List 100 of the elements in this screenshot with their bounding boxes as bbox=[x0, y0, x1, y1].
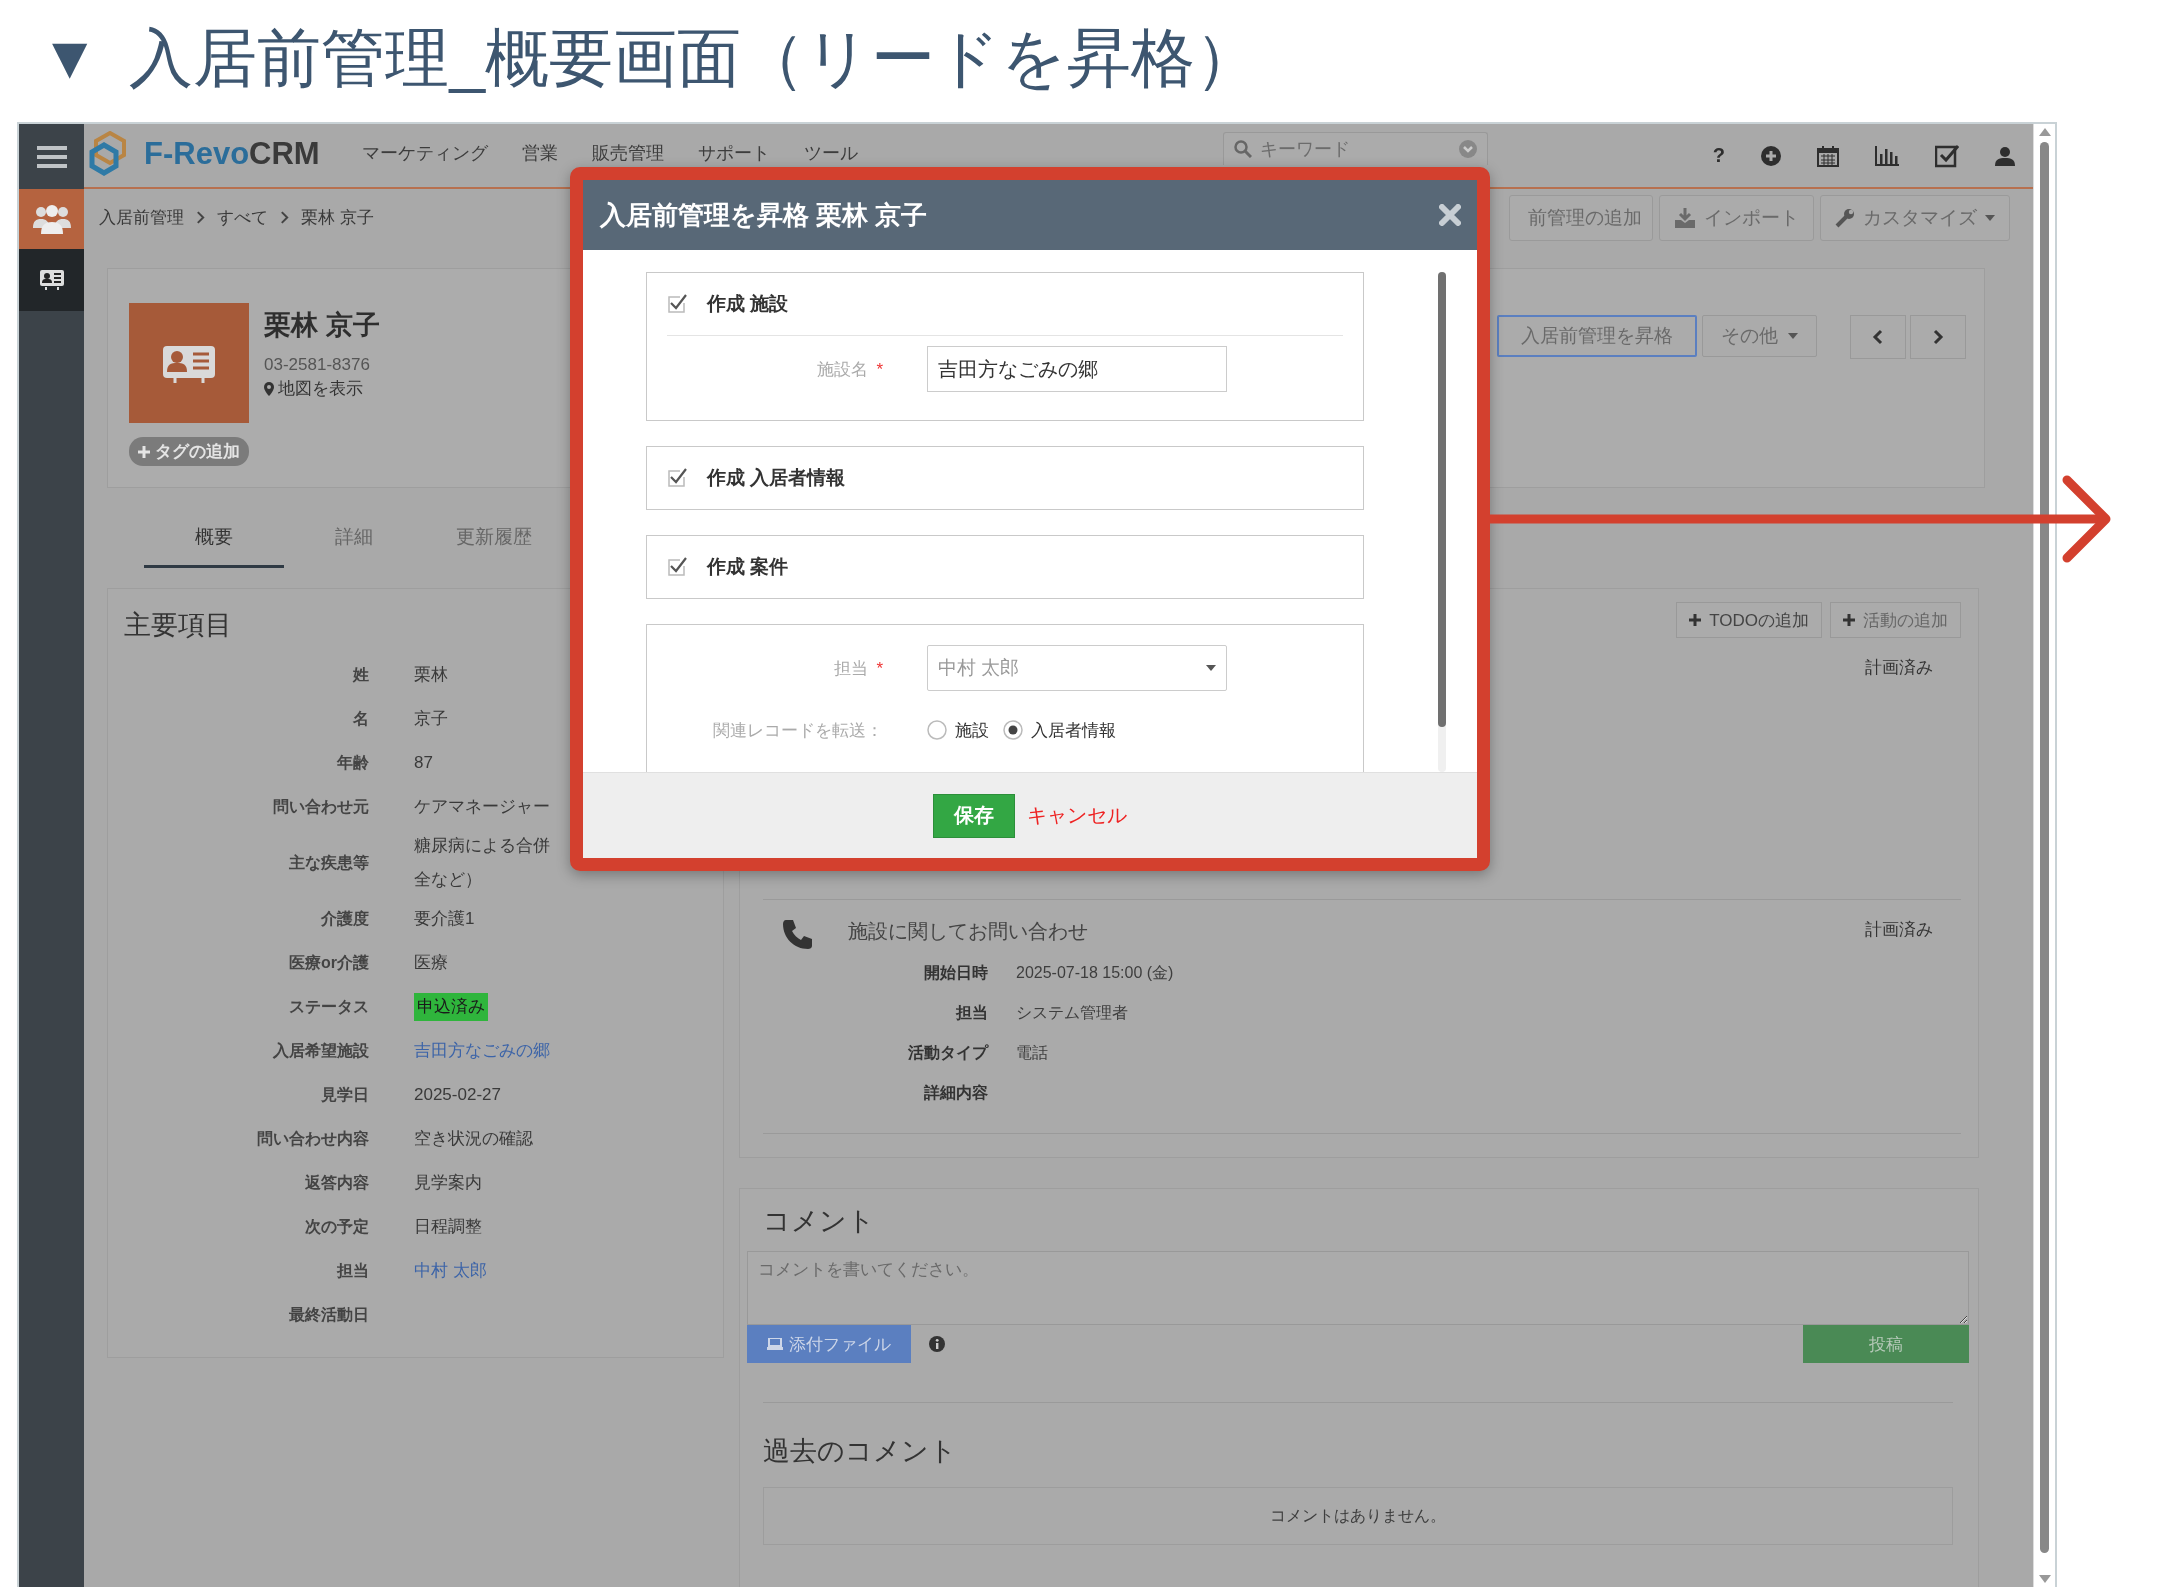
tab[interactable]: 更新履歴 bbox=[424, 508, 564, 568]
breadcrumb-link[interactable]: すべて bbox=[217, 206, 268, 229]
scrollbar-thumb[interactable] bbox=[2040, 142, 2049, 1553]
previous-button[interactable] bbox=[1850, 315, 1906, 359]
scroll-up-icon[interactable] bbox=[2038, 128, 2051, 136]
close-icon[interactable] bbox=[1439, 204, 1461, 226]
facility-name-input[interactable]: 吉田方なごみの郷 bbox=[927, 346, 1227, 392]
activity-title[interactable]: 施設に関してお問い合わせ bbox=[848, 918, 1865, 945]
nav-menu-item[interactable]: 販売管理 bbox=[591, 140, 664, 165]
field-link[interactable]: 中村 太郎 bbox=[414, 1254, 723, 1288]
field-value: 87 bbox=[414, 752, 434, 774]
radio-button[interactable] bbox=[1003, 720, 1023, 740]
field-label: 姓 bbox=[351, 664, 369, 685]
phone-icon bbox=[780, 918, 814, 952]
assignee-dropdown[interactable]: 中村 太郎 bbox=[927, 645, 1227, 691]
checkbox[interactable] bbox=[667, 557, 687, 577]
empty-message: コメントはありません。 bbox=[1270, 1505, 1446, 1526]
checkbox-label[interactable]: 作成 案件 bbox=[707, 554, 789, 580]
promote-button[interactable]: 入居前管理を昇格 bbox=[1497, 315, 1697, 357]
field-label: 次の予定 bbox=[304, 1216, 369, 1237]
import-button[interactable]: インポート bbox=[1659, 194, 1814, 241]
map-link[interactable]: 地図を表示 bbox=[278, 377, 363, 400]
tab[interactable]: 概要 bbox=[144, 508, 284, 568]
checkbox[interactable] bbox=[667, 468, 687, 488]
field-label: 返答内容 bbox=[304, 1172, 369, 1193]
comment-field[interactable]: コメントを書いてください。 bbox=[747, 1251, 1969, 1325]
section-title: 過去のコメント bbox=[763, 1435, 958, 1468]
caret-icon bbox=[1788, 333, 1798, 339]
field-value: 要介護1 bbox=[414, 908, 476, 930]
nav-menu-item[interactable]: ツール bbox=[803, 140, 858, 165]
add-icon[interactable] bbox=[1761, 145, 1781, 166]
field-label: 入居希望施設 bbox=[272, 1040, 369, 1061]
field-value: 空き状況の確認 bbox=[414, 1128, 534, 1150]
add-todo-button[interactable]: TODOの追加 bbox=[1676, 602, 1822, 638]
radio-label[interactable]: 施設 bbox=[955, 718, 989, 742]
search-icon bbox=[1233, 140, 1252, 158]
detail-label: 詳細内容 bbox=[923, 1083, 988, 1103]
field-link[interactable]: 吉田方なごみの郷 bbox=[414, 1034, 723, 1068]
field-label: 介護度 bbox=[320, 908, 369, 929]
add-record-button[interactable]: 前管理の追加 bbox=[1509, 194, 1653, 241]
section-title: コメント bbox=[763, 1205, 876, 1238]
attach-file-button[interactable]: 添付ファイル bbox=[747, 1325, 911, 1363]
customize-button[interactable]: カスタマイズ bbox=[1820, 194, 2010, 241]
field-label: 関連レコードを転送： bbox=[712, 719, 883, 742]
plus-icon bbox=[1843, 614, 1855, 626]
next-button[interactable] bbox=[1910, 315, 1966, 359]
scrollbar-thumb[interactable] bbox=[1438, 272, 1446, 727]
radio-button[interactable] bbox=[927, 720, 947, 740]
detail-value: システム管理者 bbox=[1016, 1003, 1129, 1023]
status-badge: 申込済み bbox=[414, 993, 488, 1021]
plus-icon bbox=[138, 445, 150, 458]
add-tag-button[interactable]: タグの追加 bbox=[129, 437, 249, 466]
field-value: ケアマネージャー bbox=[414, 796, 551, 818]
caret-icon bbox=[1206, 665, 1216, 671]
field-label: 最終活動日 bbox=[288, 1304, 369, 1325]
field-label: ステータス bbox=[288, 996, 369, 1017]
logo-text: F-RevoCRM bbox=[144, 135, 320, 173]
wrench-icon bbox=[1835, 207, 1855, 228]
download-icon bbox=[1674, 207, 1696, 228]
detail-label: 担当 bbox=[954, 1003, 988, 1023]
radio-label[interactable]: 入居者情報 bbox=[1031, 718, 1116, 742]
breadcrumb-link[interactable]: 入居前管理 bbox=[99, 206, 184, 229]
laptop-icon bbox=[767, 1338, 783, 1350]
info-icon[interactable] bbox=[929, 1336, 945, 1352]
checkbox[interactable] bbox=[667, 294, 687, 314]
field-value: 2025-02-27 bbox=[414, 1084, 502, 1106]
checkbox-label[interactable]: 作成 施設 bbox=[707, 291, 789, 317]
bar-chart-icon[interactable] bbox=[1875, 145, 1899, 166]
nav-menu-item[interactable]: マーケティング bbox=[361, 140, 488, 165]
cancel-link[interactable]: キャンセル bbox=[1027, 802, 1127, 829]
menu-icon[interactable] bbox=[19, 124, 84, 189]
contact-card-icon bbox=[129, 303, 249, 423]
scroll-down-icon[interactable] bbox=[2038, 1575, 2051, 1583]
checkbox-label[interactable]: 作成 入居者情報 bbox=[707, 465, 846, 491]
detail-label: 活動タイプ bbox=[907, 1043, 988, 1063]
detail-value: 電話 bbox=[1016, 1043, 1049, 1063]
more-dropdown[interactable]: その他 bbox=[1702, 315, 1817, 357]
map-pin-icon bbox=[264, 381, 274, 396]
contact-card-icon[interactable] bbox=[19, 249, 84, 311]
save-button[interactable]: 保存 bbox=[933, 793, 1015, 838]
people-icon[interactable] bbox=[19, 189, 84, 249]
tab[interactable]: 詳細 bbox=[284, 508, 424, 568]
calendar-icon[interactable] bbox=[1817, 144, 1839, 167]
search-field[interactable]: キーワード bbox=[1222, 132, 1488, 165]
field-value: 全など） bbox=[414, 869, 483, 891]
activity-status: 計画済み bbox=[1865, 919, 1933, 941]
help-icon[interactable]: ? bbox=[1712, 144, 1725, 167]
breadcrumb-link[interactable]: 栗林 京子 bbox=[301, 206, 374, 229]
field-label: 年齢 bbox=[336, 752, 369, 773]
heading-marker: ▼ bbox=[40, 28, 100, 88]
activity-status: 計画済み bbox=[1865, 657, 1933, 679]
chevron-icon bbox=[280, 211, 289, 224]
detail-value: 2025-07-18 15:00 (金) bbox=[1016, 963, 1175, 983]
field-value: 医療 bbox=[414, 952, 449, 974]
nav-menu-item[interactable]: サポート bbox=[697, 140, 770, 165]
checkbox-icon[interactable] bbox=[1935, 143, 1959, 168]
user-icon[interactable] bbox=[1995, 145, 2015, 166]
nav-menu-item[interactable]: 営業 bbox=[521, 140, 558, 165]
add-activity-button[interactable]: 活動の追加 bbox=[1830, 602, 1961, 638]
post-button[interactable]: 投稿 bbox=[1803, 1325, 1969, 1363]
